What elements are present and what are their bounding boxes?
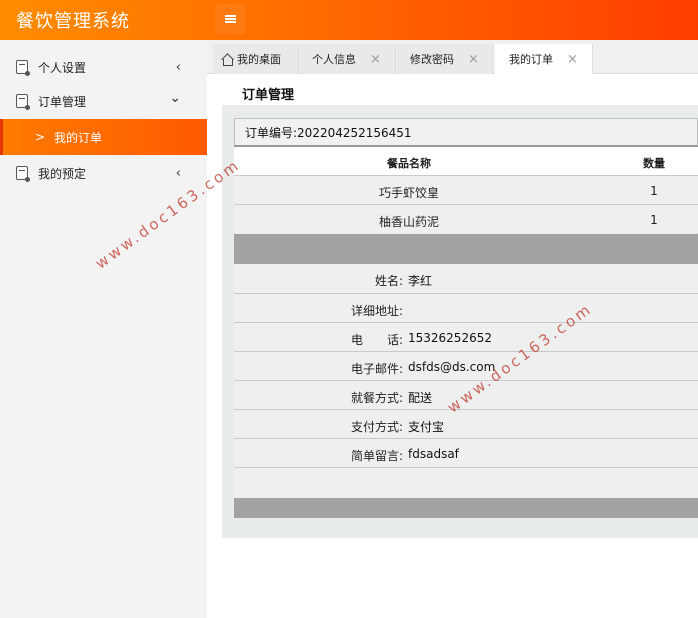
tab-change-password[interactable]: 修改密码 ×	[397, 44, 493, 74]
info-label: 电子邮件:	[350, 362, 403, 376]
page-title: 订单管理	[242, 88, 295, 103]
sidebar-item-label: 个人设置	[38, 60, 87, 75]
info-label: 姓名:	[374, 274, 403, 288]
info-value: 15326252652	[408, 331, 492, 345]
sidebar-item-label: 订单管理	[38, 94, 87, 109]
menu-toggle-button[interactable]	[215, 4, 245, 34]
info-row-message: 简单留言: fdsadsaf	[234, 438, 698, 467]
order-number: 订单编号:202204252156451	[245, 124, 412, 141]
info-row-empty	[234, 467, 698, 498]
info-value: dsfds@ds.com	[408, 360, 496, 374]
info-row-email: 电子邮件: dsfds@ds.com	[234, 351, 698, 380]
sidebar-item-my-orders[interactable]: > 我的订单	[0, 119, 207, 155]
sidebar-item-label: 我的订单	[54, 130, 103, 145]
sidebar-item-personal-settings[interactable]: 个人设置 ‹	[0, 50, 207, 84]
tab-my-desktop[interactable]: 我的桌面	[213, 44, 299, 74]
info-label: 支付方式:	[350, 420, 403, 434]
sidebar-item-label: 我的预定	[38, 166, 87, 181]
app-title: 餐饮管理系统	[16, 11, 130, 32]
info-value: 李红	[408, 274, 433, 288]
info-row-phone: 电 话: 15326252652	[234, 322, 698, 351]
home-icon	[221, 54, 233, 66]
document-icon	[16, 60, 30, 76]
info-value: fdsadsaf	[408, 447, 459, 461]
table-row: 柚香山药泥 1	[234, 204, 698, 233]
info-label: 电 话:	[350, 333, 403, 347]
hamburger-icon	[224, 15, 236, 23]
column-header-dish: 餐品名称	[387, 157, 431, 170]
section-divider-bar	[234, 234, 698, 264]
order-number-value: 202204252156451	[297, 126, 412, 140]
sidebar-item-order-management[interactable]: 订单管理 ⌄	[0, 84, 207, 118]
close-icon[interactable]: ×	[468, 52, 479, 67]
close-icon[interactable]: ×	[370, 52, 381, 67]
tab-label: 个人信息	[312, 53, 356, 66]
tab-bar: 我的桌面 个人信息 × 修改密码 × 我的订单 ×	[207, 40, 698, 74]
info-row-payment-method: 支付方式: 支付宝	[234, 409, 698, 438]
quantity-cell: 1	[650, 184, 658, 198]
dish-name-cell: 巧手虾饺皇	[378, 186, 439, 200]
table-header-row: 餐品名称 数量	[234, 145, 698, 175]
column-header-quantity: 数量	[643, 157, 665, 170]
sidebar-item-my-reservations[interactable]: 我的预定 ‹	[0, 156, 207, 190]
dish-name-cell: 柚香山药泥	[378, 215, 439, 229]
info-label: 简单留言:	[350, 449, 403, 463]
footer-bar	[234, 498, 698, 518]
info-value: 支付宝	[408, 420, 445, 434]
app-header: 餐饮管理系统	[0, 0, 698, 40]
info-row-address: 详细地址:	[234, 293, 698, 322]
info-label: 就餐方式:	[350, 391, 403, 405]
chevron-down-icon: ⌄	[169, 90, 181, 106]
info-row-name: 姓名: 李红	[234, 264, 698, 293]
chevron-right-icon: >	[35, 130, 46, 144]
tab-my-orders[interactable]: 我的订单 ×	[495, 44, 593, 74]
quantity-cell: 1	[650, 213, 658, 227]
info-label: 详细地址:	[350, 304, 403, 318]
chevron-left-icon: ‹	[175, 165, 181, 181]
info-value: 配送	[408, 391, 433, 405]
tab-label: 我的订单	[509, 53, 553, 66]
sidebar: 个人设置 ‹ 订单管理 ⌄ > 我的订单 我的预定 ‹	[0, 40, 207, 618]
tab-label: 修改密码	[410, 53, 454, 66]
close-icon[interactable]: ×	[567, 52, 578, 67]
tab-personal-info[interactable]: 个人信息 ×	[300, 44, 396, 74]
tab-label: 我的桌面	[237, 53, 281, 66]
order-number-label: 订单编号:	[245, 126, 298, 140]
table-row: 巧手虾饺皇 1	[234, 175, 698, 204]
document-icon	[16, 94, 30, 110]
chevron-left-icon: ‹	[175, 59, 181, 75]
document-icon	[16, 166, 30, 182]
